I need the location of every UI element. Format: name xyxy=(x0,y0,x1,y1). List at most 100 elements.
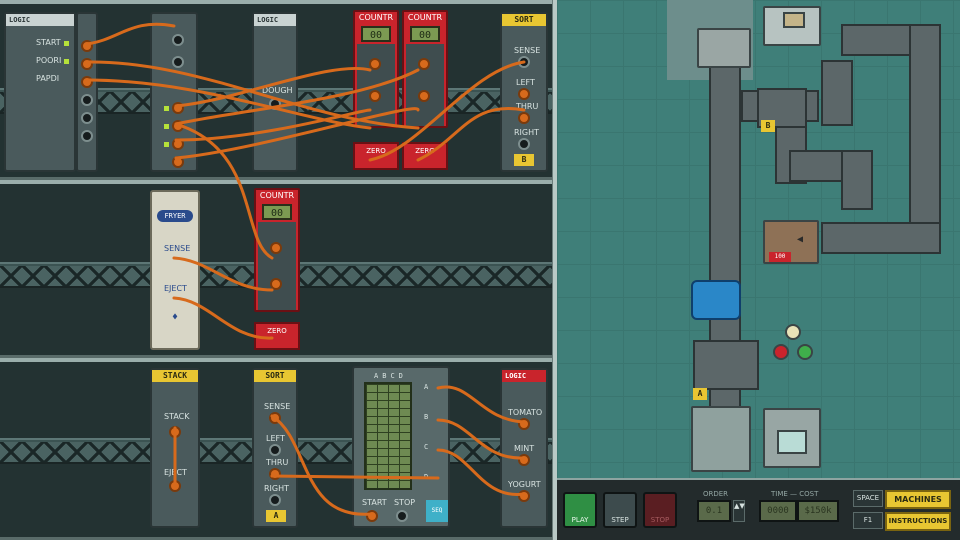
sort-title: SORT xyxy=(254,370,296,382)
yogurt-label: YOGURT xyxy=(508,480,541,489)
port[interactable] xyxy=(369,90,381,102)
bowl-machine[interactable] xyxy=(763,408,821,468)
port[interactable] xyxy=(366,510,378,522)
start-label: START xyxy=(36,38,61,47)
port[interactable] xyxy=(518,112,530,124)
port[interactable] xyxy=(518,490,530,502)
cost-display: $150k xyxy=(797,500,839,522)
module-header: LOGIC xyxy=(254,14,296,26)
port[interactable] xyxy=(418,90,430,102)
counter-title: COUNTR xyxy=(407,13,443,22)
port[interactable] xyxy=(269,494,281,506)
input-hopper[interactable] xyxy=(697,28,751,68)
status-led xyxy=(164,124,169,129)
mint-label: MINT xyxy=(514,444,535,453)
left-label: LEFT xyxy=(516,78,535,87)
counter-value: 00 xyxy=(262,204,292,220)
port[interactable] xyxy=(396,510,408,522)
port[interactable] xyxy=(172,156,184,168)
sauce-dispenser[interactable] xyxy=(771,320,821,380)
port[interactable] xyxy=(269,98,281,110)
port[interactable] xyxy=(369,58,381,70)
stack-module[interactable]: STACK STACK EJECT xyxy=(150,368,200,528)
papdi-label: PAPDI xyxy=(36,74,60,83)
dough-module[interactable]: LOGIC DOUGH xyxy=(252,12,298,172)
port[interactable] xyxy=(269,412,281,424)
conveyor-junction[interactable] xyxy=(693,340,759,390)
sort-module-bottom[interactable]: SORT SENSE LEFT THRU RIGHT A xyxy=(252,368,298,528)
port[interactable] xyxy=(81,112,93,124)
sauce-yogurt-icon xyxy=(785,324,801,340)
tomato-label: TOMATO xyxy=(508,408,543,417)
port[interactable] xyxy=(172,102,184,114)
stop-button[interactable]: STOP xyxy=(643,492,677,528)
seq-col-label: A xyxy=(374,372,383,380)
fryer-machine[interactable]: ◀ 100 xyxy=(763,220,819,264)
sequencer-module[interactable]: ABCD A B C D START STOP SEQ xyxy=(352,366,450,528)
bowl-icon xyxy=(777,430,807,454)
sort-title: SORT xyxy=(502,14,546,26)
port[interactable] xyxy=(269,468,281,480)
factory-floor[interactable]: ◀ 100 B A xyxy=(557,0,960,478)
conveyor-vertical[interactable] xyxy=(821,60,853,126)
port[interactable] xyxy=(518,56,530,68)
counter-1[interactable]: COUNTR 00 xyxy=(353,10,399,128)
port[interactable] xyxy=(81,76,93,88)
counter-title: COUNTR xyxy=(358,13,394,22)
fryer-title: FRYER xyxy=(157,210,193,222)
port[interactable] xyxy=(518,418,530,430)
port[interactable] xyxy=(172,56,184,68)
play-button[interactable]: PLAY xyxy=(563,492,597,528)
robot-arm[interactable] xyxy=(691,280,741,320)
sort-module-top[interactable]: SORT SENSE LEFT THRU RIGHT B xyxy=(500,12,548,172)
order-display: 0.1 xyxy=(697,500,731,522)
port[interactable] xyxy=(518,138,530,150)
counter-zero-button[interactable]: ZERO xyxy=(402,142,448,170)
counter-zero-button[interactable]: ZERO xyxy=(254,322,300,350)
sequencer-grid[interactable] xyxy=(364,382,412,490)
port[interactable] xyxy=(172,120,184,132)
logic-start-module[interactable]: LOGIC START POORI PAPDI xyxy=(4,12,76,172)
status-led xyxy=(164,142,169,147)
port[interactable] xyxy=(172,138,184,150)
port[interactable] xyxy=(81,130,93,142)
port[interactable] xyxy=(81,94,93,106)
port[interactable] xyxy=(81,40,93,52)
output-machine[interactable] xyxy=(691,406,751,472)
port[interactable] xyxy=(418,58,430,70)
port[interactable] xyxy=(172,34,184,46)
sauce-tomato-icon xyxy=(773,344,789,360)
port[interactable] xyxy=(518,88,530,100)
conveyor-vertical[interactable] xyxy=(841,150,873,210)
counter-zero-button[interactable]: ZERO xyxy=(353,142,399,170)
counter-2[interactable]: COUNTR 00 xyxy=(402,10,448,128)
instructions-button[interactable]: INSTRUCTIONS xyxy=(885,512,951,531)
splitter-module[interactable] xyxy=(150,12,198,172)
sense-label: SENSE xyxy=(264,402,291,411)
seq-row-label: C xyxy=(424,443,429,451)
fryer-module[interactable]: FRYER SENSE EJECT ♦ xyxy=(150,190,200,350)
logic-output-module[interactable]: LOGIC TOMATO MINT YOGURT xyxy=(500,368,548,528)
space-key-hint: SPACE xyxy=(853,490,883,507)
time-display: 0000 xyxy=(759,500,797,522)
eject-label: EJECT xyxy=(164,284,187,293)
port[interactable] xyxy=(169,480,181,492)
step-button[interactable]: STEP xyxy=(603,492,637,528)
order-machine[interactable] xyxy=(763,6,821,46)
port[interactable] xyxy=(269,444,281,456)
port[interactable] xyxy=(518,454,530,466)
flame-icon: ♦ xyxy=(172,312,179,323)
stop-label: STOP xyxy=(394,498,416,507)
port[interactable] xyxy=(270,242,282,254)
port[interactable] xyxy=(270,278,282,290)
port[interactable] xyxy=(169,426,181,438)
order-stepper[interactable]: ▲▼ xyxy=(733,500,745,522)
port[interactable] xyxy=(81,58,93,70)
conveyor-vertical[interactable] xyxy=(909,24,941,254)
counter-value: 00 xyxy=(410,26,440,42)
machines-button[interactable]: MACHINES xyxy=(885,490,951,509)
counter-3[interactable]: COUNTR 00 xyxy=(254,188,300,312)
sauce-mint-icon xyxy=(797,344,813,360)
seq-badge: SEQ xyxy=(426,500,448,522)
conveyor-horizontal[interactable] xyxy=(821,222,941,254)
